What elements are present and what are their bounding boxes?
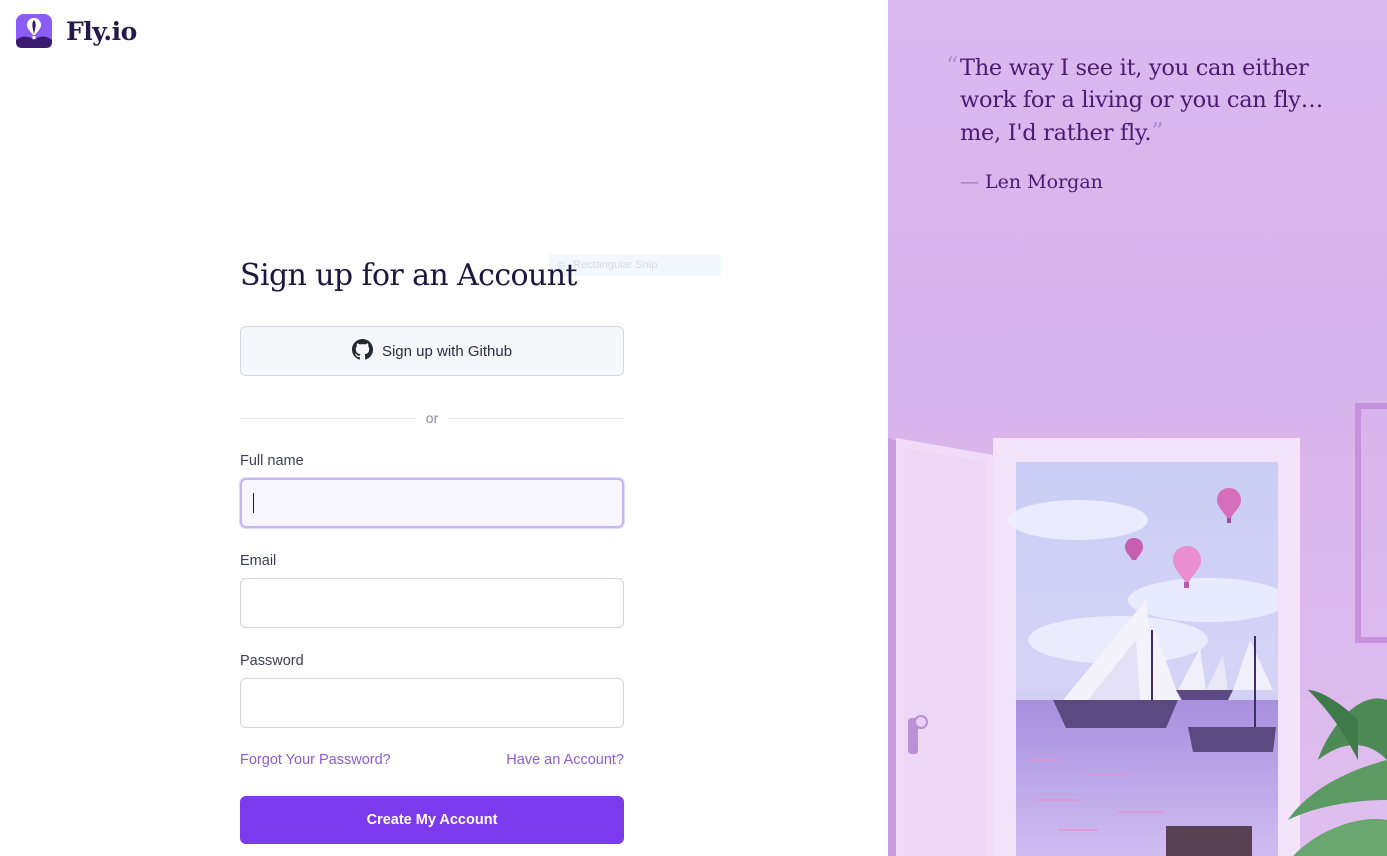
balloon-logo-icon [16,14,52,48]
author-name: Len Morgan [985,171,1103,193]
quote-body: “ The way I see it, you can either work … [946,52,1348,149]
divider-line-left [240,417,416,419]
quote-close-mark: ” [1151,118,1164,146]
full-name-label: Full name [240,453,304,469]
github-signup-button[interactable]: Sign up with Github [240,326,624,376]
password-field[interactable] [240,678,624,728]
author-dash: — [960,171,979,193]
have-account-link[interactable]: Have an Account? [506,752,624,768]
email-field[interactable] [240,578,624,628]
brand-name: Fly.io [66,16,137,46]
quote-author: — Len Morgan [948,171,1348,193]
quote-open-mark: “ [946,52,958,80]
signup-panel: Fly.io Rectangular Snip Sign up for an A… [0,0,888,856]
create-account-button[interactable]: Create My Account [240,796,624,844]
text-caret [253,493,254,513]
quote-text: The way I see it, you can either work fo… [960,55,1323,146]
form-links: Forgot Your Password? Have an Account? [240,752,624,768]
github-button-label: Sign up with Github [381,342,513,360]
divider-label: or [425,410,439,426]
email-label: Email [240,553,277,569]
forgot-password-link[interactable]: Forgot Your Password? [240,752,391,768]
github-icon [351,338,373,364]
brand-logo[interactable]: Fly.io [16,14,137,48]
full-name-field[interactable] [240,478,624,528]
divider-line-right [448,417,625,419]
testimonial-quote: “ The way I see it, you can either work … [946,52,1348,193]
password-label: Password [240,653,304,669]
signup-form: Sign up for an Account Sign up with Gith… [240,254,625,844]
illustration-panel: “ The way I see it, you can either work … [888,0,1387,856]
or-divider: or [240,408,625,428]
page-title: Sign up for an Account [240,258,577,293]
